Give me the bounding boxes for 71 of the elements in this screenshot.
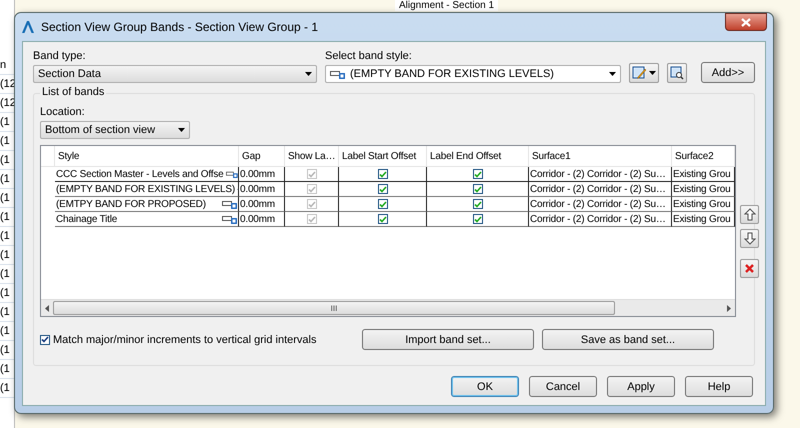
table-checkbox[interactable] — [378, 169, 388, 179]
table-cell-text: 0.00mm — [240, 214, 276, 224]
table-cell-text: Corridor - (2) Corridor - (2) Su… — [530, 198, 667, 210]
table-checkbox[interactable] — [378, 184, 388, 194]
scroll-left-icon[interactable] — [45, 304, 49, 312]
table-cell-text: Corridor - (2) Corridor - (2) Su… — [530, 168, 667, 180]
table-cell-text: Corridor - (2) Corridor - (2) Su… — [530, 214, 667, 224]
pencil-icon — [632, 66, 647, 80]
background-header-text: Alignment - Section 1 — [395, 0, 498, 11]
dialog-button[interactable]: Help — [685, 376, 753, 397]
column-header[interactable]: Surface1 — [529, 146, 672, 167]
column-header[interactable]: Label Start Offset — [339, 146, 427, 167]
caret-icon — [305, 72, 312, 76]
band-style-label: Select band style: — [325, 50, 413, 62]
table-checkbox[interactable] — [473, 169, 483, 179]
window-title: Section View Group Bands - Section View Group - 1 — [41, 20, 318, 34]
magnifier-icon — [670, 66, 684, 80]
table-checkbox[interactable] — [473, 214, 483, 224]
column-header[interactable]: Surface2 — [672, 146, 735, 167]
table-cell-text: 0.00mm — [240, 168, 276, 180]
scroll-thumb[interactable]: III — [53, 301, 615, 315]
column-header[interactable]: Gap — [239, 146, 285, 167]
close-icon — [744, 263, 755, 274]
app-logo-icon — [21, 20, 35, 34]
table-cell-text: Chainage Title — [56, 214, 118, 224]
table-cell-text: (EMTPY BAND FOR PROPOSED) — [56, 198, 207, 210]
add-button[interactable]: Add>> — [701, 62, 755, 83]
band-type-dropdown[interactable]: Section Data — [33, 65, 317, 83]
caret-icon — [178, 128, 185, 132]
band-set-button[interactable]: Save as band set... — [542, 329, 714, 350]
location-label: Location: — [40, 106, 86, 118]
table-checkbox[interactable] — [378, 214, 388, 224]
location-dropdown[interactable]: Bottom of section view — [40, 121, 190, 139]
table-cell-text: Existing Grou — [673, 214, 732, 224]
group-title: List of bands — [40, 86, 106, 98]
table-cell: (EMPTY BAND FOR EXISTING LEVELS) — [56, 184, 236, 194]
table-checkbox[interactable] — [378, 199, 388, 209]
move-down-button[interactable] — [740, 229, 759, 248]
column-header[interactable]: Label End Offset — [427, 146, 529, 167]
table-corner-cell — [41, 146, 55, 167]
dialog-button[interactable]: Apply — [607, 376, 675, 397]
preview-style-button[interactable] — [667, 63, 687, 83]
table-cell-text: Existing Grou — [673, 184, 732, 194]
table-cell-text: Corridor - (2) Corridor - (2) Su… — [530, 184, 667, 194]
delete-button[interactable] — [740, 259, 759, 278]
down-arrow-icon — [744, 232, 756, 245]
dialog-button[interactable]: OK — [451, 376, 519, 397]
up-arrow-icon — [744, 208, 756, 221]
band-set-button[interactable]: Import band set... — [362, 329, 534, 350]
dialog-button[interactable]: Cancel — [529, 376, 597, 397]
table-cell-text: 0.00mm — [240, 198, 276, 210]
caret-icon — [609, 72, 616, 76]
band-style-dropdown[interactable]: (EMPTY BAND FOR EXISTING LEVELS) — [325, 65, 621, 83]
caret-icon — [649, 71, 656, 75]
edit-style-button[interactable] — [629, 63, 659, 83]
move-up-button[interactable] — [740, 205, 759, 224]
table-cell-text: Existing Grou — [673, 198, 732, 210]
band-type-label: Band type: — [33, 50, 87, 62]
close-icon — [741, 18, 751, 26]
horizontal-scrollbar[interactable]: III — [41, 299, 735, 316]
table-cell: CCC Section Master - Levels and Offse — [56, 168, 224, 180]
match-increments-checkbox[interactable] — [40, 334, 50, 344]
column-header[interactable]: Show La… — [285, 146, 339, 167]
match-increments-label: Match major/minor increments to vertical grid intervals — [53, 334, 316, 346]
scroll-right-icon[interactable] — [727, 304, 731, 312]
table-checkbox[interactable] — [473, 199, 483, 209]
close-button[interactable] — [725, 13, 767, 31]
table-checkbox[interactable] — [473, 184, 483, 194]
table-cell-text: Existing Grou — [673, 168, 732, 180]
column-header[interactable]: Style — [55, 146, 239, 167]
table-cell-text: 0.00mm — [240, 184, 276, 194]
